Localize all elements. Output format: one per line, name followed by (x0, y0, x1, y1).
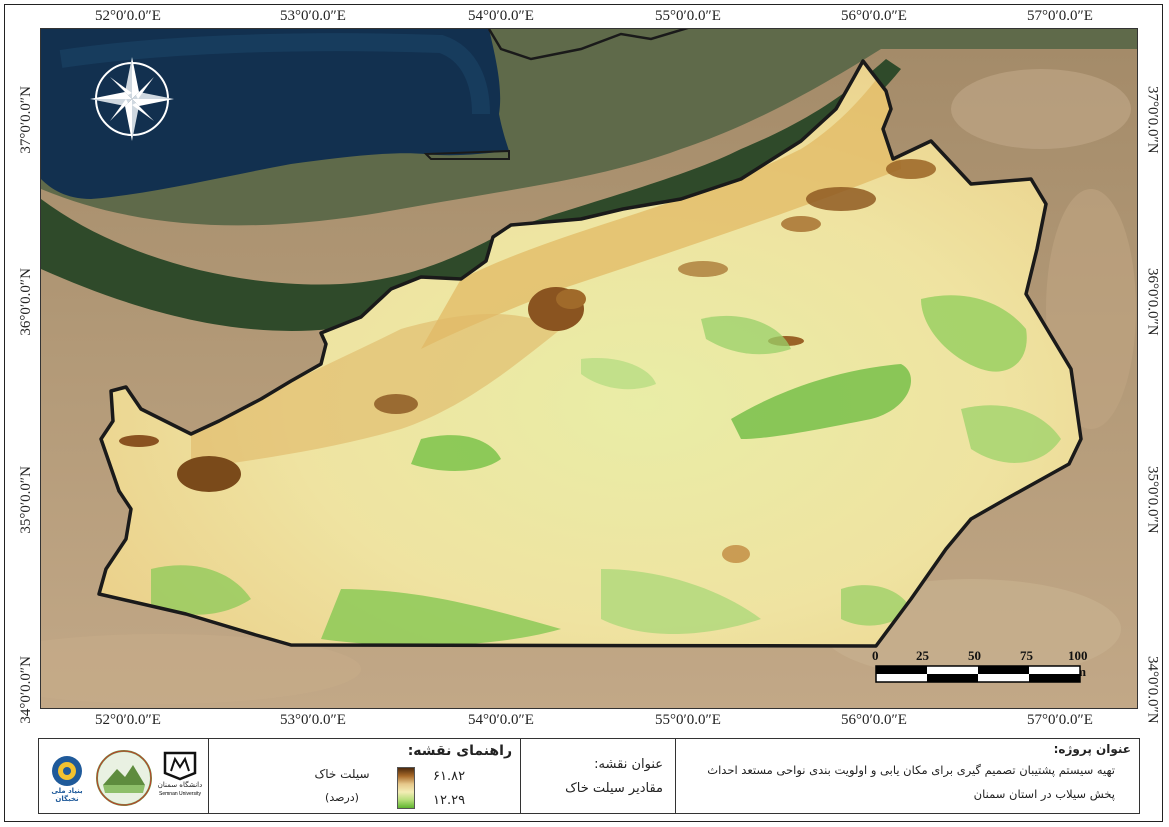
logo-research-institute (95, 749, 153, 807)
legend-layer-name: سیلت خاک (314, 767, 370, 781)
lon-label-bottom-55: 55°0′0.0″E (655, 712, 721, 728)
map-title-cell: عنوان نقشه: مقادیر سیلت خاک (521, 739, 676, 813)
lon-label-top-56: 56°0′0.0″E (841, 8, 907, 24)
lat-label-right-36: 36°0′0.0″N (1144, 268, 1161, 336)
lon-label-bottom-53: 53°0′0.0″E (280, 712, 346, 728)
project-line2: پخش سیلاب در استان سمنان (973, 787, 1115, 801)
lon-label-bottom-57: 57°0′0.0″E (1027, 712, 1093, 728)
lon-label-top-53: 53°0′0.0″E (280, 8, 346, 24)
lon-label-bottom-52: 52°0′0.0″E (95, 712, 161, 728)
project-line1: تهیه سیستم پشتیبان تصمیم گیری برای مکان … (707, 763, 1115, 777)
lat-label-left-36: 36°0′0.0″N (17, 268, 34, 336)
logo1-text: بنیاد ملی نخبگان (51, 787, 83, 803)
legend-title: راهنمای نقشه: (407, 743, 512, 759)
lat-label-left-35: 35°0′0.0″N (17, 466, 34, 534)
legend-cell: راهنمای نقشه: سیلت خاک (درصد) ۶۱.۸۲ ۱۲.۲… (209, 739, 521, 813)
scale-tick-0: 0 (872, 648, 879, 663)
scale-bar-graphic (875, 665, 1081, 683)
lon-label-top-55: 55°0′0.0″E (655, 8, 721, 24)
scale-tick-75: 75 (1020, 648, 1033, 663)
map-sheet: 52°0′0.0″E 53°0′0.0″E 54°0′0.0″E 55°0′0.… (0, 0, 1169, 827)
logo3-subtext: Semnan University (159, 791, 201, 797)
lon-label-top-57: 57°0′0.0″E (1027, 8, 1093, 24)
lat-label-left-37: 37°0′0.0″N (17, 86, 34, 154)
map-title-value: مقادیر سیلت خاک (565, 781, 663, 796)
map-panel[interactable] (40, 28, 1138, 709)
legend-max-value: ۶۱.۸۲ (433, 769, 466, 784)
lat-label-right-37: 37°0′0.0″N (1144, 86, 1161, 154)
lat-label-right-35: 35°0′0.0″N (1144, 466, 1161, 534)
legend-color-ramp (397, 767, 415, 809)
logo3-text: دانشگاه سمنان (157, 781, 203, 789)
scale-tick-25: 25 (916, 648, 929, 663)
lon-label-top-52: 52°0′0.0″E (95, 8, 161, 24)
project-label: عنوان پروژه: (1053, 742, 1131, 756)
lon-label-bottom-56: 56°0′0.0″E (841, 712, 907, 728)
logo-national-elites: بنیاد ملی نخبگان (45, 753, 89, 803)
legend-min-value: ۱۲.۲۹ (433, 793, 466, 808)
map-footer: بنیاد ملی نخبگان دانشگاه سمنان Semnan Un… (38, 738, 1140, 814)
lon-label-bottom-54: 54°0′0.0″E (468, 712, 534, 728)
map-title-label: عنوان نقشه: (594, 757, 663, 772)
lat-label-right-34: 34°0′0.0″N (1144, 656, 1161, 724)
lon-label-top-54: 54°0′0.0″E (468, 8, 534, 24)
logos-cell: بنیاد ملی نخبگان دانشگاه سمنان Semnan Un… (39, 739, 209, 813)
legend-unit: (درصد) (325, 791, 359, 804)
logo-semnan-university: دانشگاه سمنان Semnan University (157, 751, 203, 807)
map-svg (41, 29, 1137, 708)
scale-bar: 0 25 50 75 100 km (872, 648, 1088, 688)
lat-label-left-34: 34°0′0.0″N (17, 656, 34, 724)
project-cell: عنوان پروژه: تهیه سیستم پشتیبان تصمیم گی… (676, 739, 1139, 813)
scale-tick-50: 50 (968, 648, 981, 663)
